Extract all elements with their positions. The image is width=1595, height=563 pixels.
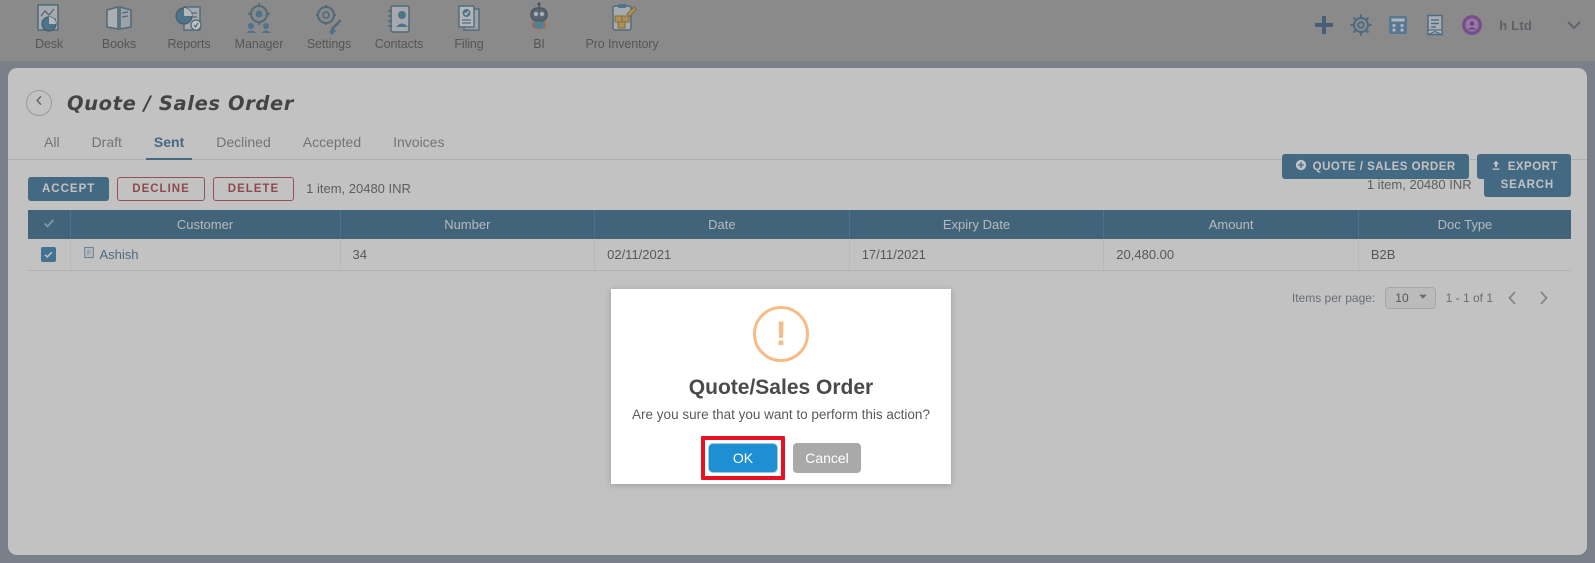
cancel-button[interactable]: Cancel <box>793 443 861 473</box>
ok-button[interactable]: OK <box>708 443 778 473</box>
warning-exclamation-icon: ! <box>753 306 809 362</box>
dialog-message: Are you sure that you want to perform th… <box>632 407 930 422</box>
exclamation-mark: ! <box>775 315 787 353</box>
confirm-dialog: ! Quote/Sales Order Are you sure that yo… <box>611 289 951 484</box>
ok-button-highlight: OK <box>701 436 785 480</box>
dialog-buttons: OK Cancel <box>701 436 861 480</box>
dialog-title: Quote/Sales Order <box>688 376 874 399</box>
app-root: Desk Books Reports Manager Settings Cont… <box>0 0 1595 563</box>
